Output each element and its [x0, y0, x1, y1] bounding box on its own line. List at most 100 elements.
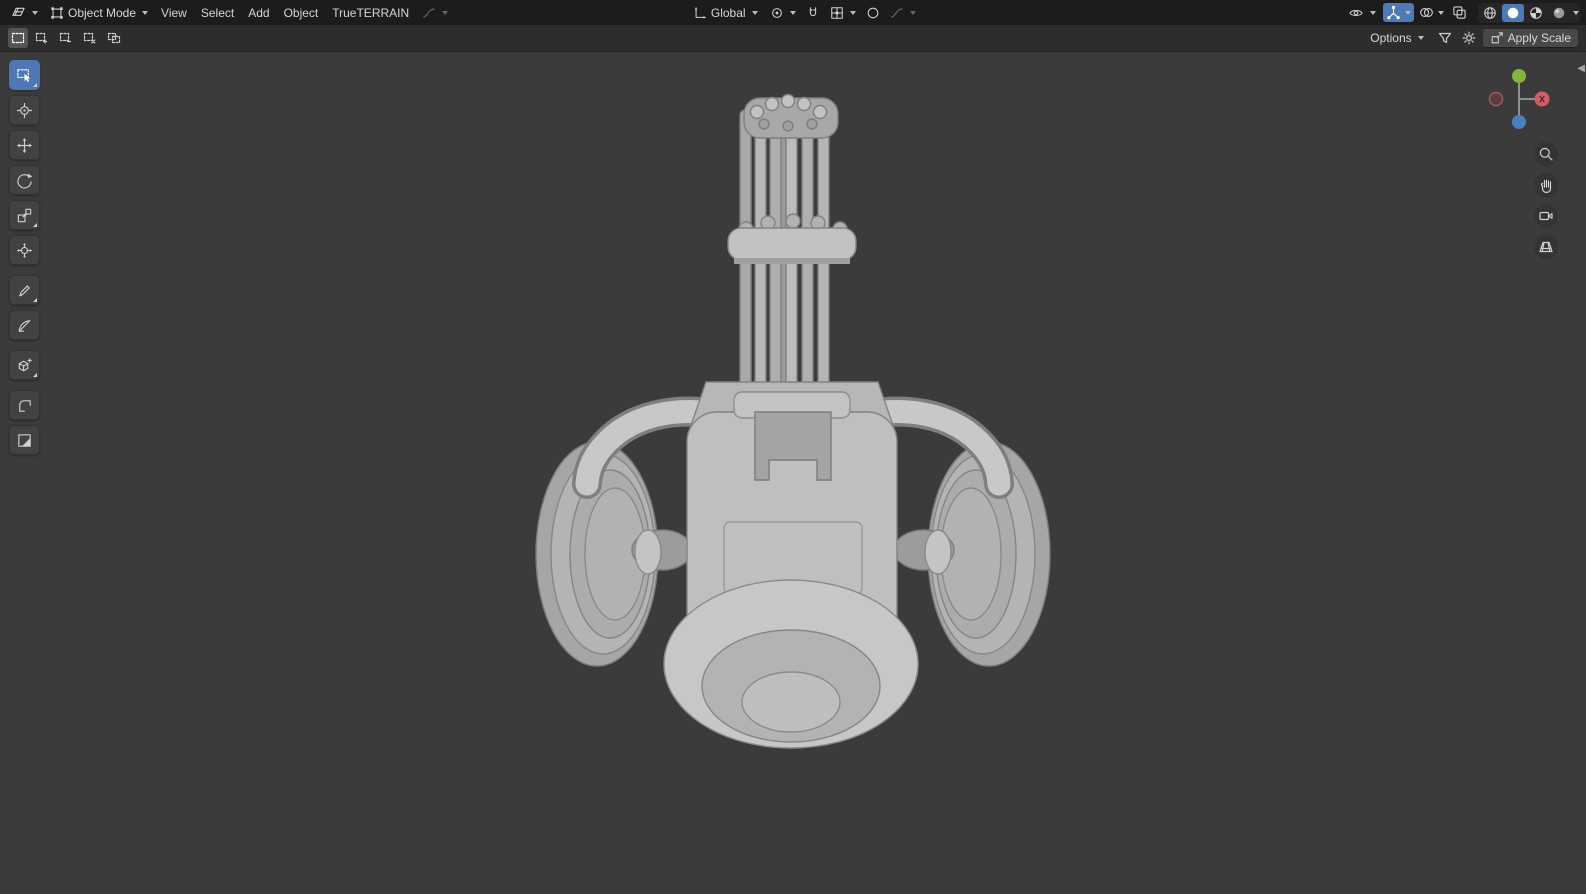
select-mode-set-button[interactable]: [8, 28, 28, 48]
select-mode-group: [8, 28, 124, 48]
annotate-pencil-icon: [19, 284, 30, 296]
axis-y-positive-ball[interactable]: [1512, 69, 1526, 83]
measure-protractor-icon: [18, 319, 31, 332]
chevron-down-icon: [32, 10, 38, 15]
gizmo-icon: [1387, 5, 1400, 20]
navigation-gizmo[interactable]: X: [1486, 66, 1552, 132]
show-overlays-toggle[interactable]: [1416, 3, 1447, 22]
menu-trueterrain[interactable]: TrueTERRAIN: [326, 4, 415, 22]
menu-add[interactable]: Add: [242, 4, 275, 22]
left-toolbar: [9, 60, 40, 455]
chevron-down-icon: [142, 10, 149, 15]
falloff-curve-icon: [890, 8, 903, 17]
tool-settings-right-group: Options Apply Scale: [1363, 28, 1578, 48]
chevron-down-icon: [1405, 10, 1411, 15]
editor-type-button[interactable]: [6, 3, 43, 22]
axis-z-ball[interactable]: [1512, 115, 1526, 129]
select-mode-extend-button[interactable]: [32, 28, 52, 48]
shading-material-button[interactable]: [1525, 4, 1547, 22]
tool-transform[interactable]: [9, 235, 40, 265]
chevron-down-icon: [1438, 10, 1444, 15]
magnet-icon: [809, 6, 816, 16]
menu-object[interactable]: Object: [278, 4, 325, 22]
left-hub: [634, 529, 662, 575]
pivot-point-dropdown[interactable]: [765, 4, 801, 22]
viewport-side-controls: [1534, 142, 1558, 259]
object-mode-icon: [51, 6, 63, 19]
tool-cursor[interactable]: [9, 95, 40, 125]
zoom-magnifier-icon: [1539, 147, 1553, 161]
scale-icon: [17, 208, 32, 222]
visibility-eye-icon: [1349, 9, 1363, 16]
right-wheel: [893, 441, 1051, 667]
funnel-filter-icon: [1438, 32, 1451, 44]
snap-toggle[interactable]: [803, 4, 823, 22]
sidebar-collapse-arrow[interactable]: ◀: [1577, 64, 1585, 74]
apply-scale-button[interactable]: Apply Scale: [1482, 29, 1578, 47]
overlays-icon: [1420, 8, 1433, 17]
axis-x-negative-ball[interactable]: [1488, 91, 1504, 107]
xray-icon: [1453, 6, 1466, 19]
chevron-down-icon: [909, 10, 916, 15]
select-set-icon: [11, 32, 25, 44]
blender-window: Object Mode View Select Add Object TrueT…: [0, 0, 1586, 894]
pan-button[interactable]: [1534, 173, 1558, 197]
options-label: Options: [1370, 31, 1412, 45]
minigun-model[interactable]: [0, 52, 1586, 894]
chevron-down-icon: [442, 10, 449, 15]
select-mode-intersect-button[interactable]: [104, 28, 124, 48]
apply-scale-icon: [1491, 32, 1503, 44]
shading-wireframe-button[interactable]: [1479, 4, 1501, 22]
menu-view[interactable]: View: [155, 4, 193, 22]
zoom-button[interactable]: [1534, 142, 1558, 166]
3d-cursor-icon: [16, 102, 33, 118]
select-mode-subtract-button[interactable]: [56, 28, 76, 48]
camera-view-button[interactable]: [1534, 204, 1558, 228]
select-mode-invert-button[interactable]: [80, 28, 100, 48]
tool-select-box[interactable]: [9, 60, 40, 90]
transform-icon: [16, 242, 33, 258]
tool-measure[interactable]: [9, 310, 40, 340]
viewport-canvas[interactable]: X ◀: [0, 52, 1586, 894]
menu-select[interactable]: Select: [195, 4, 240, 22]
gear-icon: [1462, 31, 1476, 45]
settings-gear-button[interactable]: [1459, 28, 1479, 48]
tool-annotate[interactable]: [9, 275, 40, 305]
shading-options-chevron-icon[interactable]: [1573, 10, 1579, 15]
select-subtract-icon: [59, 32, 72, 43]
falloff-curve-icon: [423, 8, 435, 17]
chevron-down-icon: [1417, 36, 1424, 40]
select-box-icon: [17, 68, 31, 82]
toggle-orthographic-button[interactable]: [1534, 235, 1558, 259]
filter-button[interactable]: [1435, 28, 1455, 48]
snap-target-dropdown[interactable]: [825, 4, 861, 22]
shading-rendered-button[interactable]: [1548, 4, 1570, 22]
show-gizmo-toggle[interactable]: [1383, 3, 1414, 22]
orientation-axes-icon: [694, 6, 706, 19]
xray-toggle[interactable]: [1449, 3, 1470, 22]
tool-extra-2[interactable]: [9, 425, 40, 455]
barrel-clamp-ring: [727, 213, 857, 264]
tool-extra-1[interactable]: [9, 390, 40, 420]
subtool-indicator: [33, 223, 37, 227]
proportional-editing-toggle[interactable]: [863, 4, 883, 22]
proportional-falloff-dropdown[interactable]: [885, 4, 921, 22]
tool-move[interactable]: [9, 130, 40, 160]
transform-orientation-dropdown[interactable]: Global: [688, 4, 763, 22]
snap-grid-icon: [830, 6, 843, 19]
masked-square-tool-icon: [18, 433, 31, 447]
shading-solid-button[interactable]: [1502, 3, 1524, 22]
pivot-point-icon: [771, 7, 782, 18]
extra-header-dropdown[interactable]: [417, 4, 453, 22]
tool-rotate[interactable]: [9, 165, 40, 195]
tool-scale[interactable]: [9, 200, 40, 230]
tool-add-cube[interactable]: [9, 350, 40, 380]
right-hub: [924, 529, 952, 575]
options-dropdown[interactable]: Options: [1363, 29, 1430, 47]
object-visibility-dropdown[interactable]: [1343, 4, 1381, 22]
barrel-muzzle-cap: [743, 93, 839, 139]
ammo-drum: [663, 579, 919, 749]
mode-label: Object Mode: [68, 5, 137, 20]
mode-selector[interactable]: Object Mode: [45, 4, 153, 22]
rotate-icon: [17, 173, 33, 188]
